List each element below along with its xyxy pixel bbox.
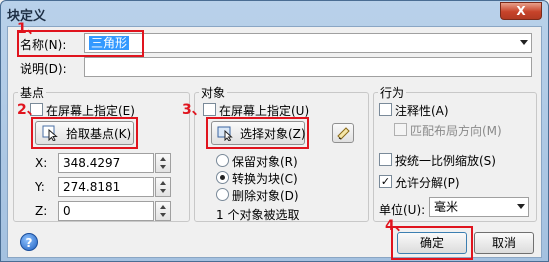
description-label: 说明(D): bbox=[20, 62, 67, 76]
annotation-2: 2、 bbox=[17, 102, 41, 118]
retain-objects-label: 保留对象(R) bbox=[232, 155, 298, 169]
allow-explode-checkbox[interactable]: ✓ bbox=[379, 175, 392, 188]
uniform-scale-checkbox[interactable] bbox=[379, 153, 392, 166]
annotative-label: 注释性(A) bbox=[395, 104, 449, 118]
y-spinner[interactable] bbox=[155, 177, 171, 197]
z-label: Z: bbox=[35, 204, 48, 218]
selection-status: 1 个对象被选取 bbox=[216, 208, 300, 222]
x-label: X: bbox=[35, 156, 48, 170]
units-value: 毫米 bbox=[434, 200, 459, 214]
convert-to-block-radio[interactable] bbox=[216, 171, 229, 184]
convert-to-block-label: 转换为块(C) bbox=[232, 172, 298, 186]
name-combobox[interactable]: 三角形 bbox=[84, 33, 532, 53]
delete-objects-label: 删除对象(D) bbox=[232, 189, 299, 203]
uniform-scale-label: 按统一比例缩放(S) bbox=[395, 154, 496, 168]
quick-select-button[interactable] bbox=[332, 123, 354, 143]
match-orientation-checkbox[interactable] bbox=[394, 123, 407, 136]
y-label: Y: bbox=[35, 180, 45, 194]
annotation-1: 1、 bbox=[17, 21, 41, 37]
help-button[interactable]: ? bbox=[20, 233, 38, 251]
x-input[interactable]: 348.4297 bbox=[58, 153, 154, 173]
dialog-body: 名称(N): 三角形 1、 说明(D): 基点 在屏幕上指定(E) 2、 拾取基… bbox=[7, 21, 542, 260]
behavior-title: 行为 bbox=[378, 84, 407, 101]
block-definition-dialog: 块定义 X 名称(N): 三角形 1、 说明(D): 基点 在屏幕上指定(E) … bbox=[0, 0, 549, 262]
highlight-box-ok bbox=[391, 226, 473, 260]
y-input[interactable]: 274.8181 bbox=[58, 177, 154, 197]
objects-specify-on-screen-checkbox[interactable] bbox=[203, 103, 216, 116]
delete-objects-radio[interactable] bbox=[216, 188, 229, 201]
cancel-button[interactable]: 取消 bbox=[474, 232, 534, 254]
z-spinner[interactable] bbox=[155, 201, 171, 221]
z-input[interactable]: 0 bbox=[58, 201, 154, 221]
close-button[interactable]: X bbox=[500, 2, 542, 20]
quick-select-icon bbox=[337, 127, 350, 140]
highlight-box-select bbox=[206, 117, 309, 149]
units-combobox[interactable]: 毫米 bbox=[429, 197, 529, 217]
annotative-checkbox[interactable] bbox=[379, 103, 392, 116]
allow-explode-label: 允许分解(P) bbox=[395, 176, 460, 190]
highlight-box-pick bbox=[31, 117, 138, 149]
title-bar: 块定义 X bbox=[1, 1, 548, 25]
chevron-down-icon[interactable] bbox=[517, 204, 525, 209]
match-orientation-label: 匹配布局方向(M) bbox=[410, 124, 502, 138]
description-input[interactable] bbox=[84, 57, 532, 77]
x-spinner[interactable] bbox=[155, 153, 171, 173]
retain-objects-radio[interactable] bbox=[216, 154, 229, 167]
chevron-down-icon[interactable] bbox=[520, 40, 528, 45]
